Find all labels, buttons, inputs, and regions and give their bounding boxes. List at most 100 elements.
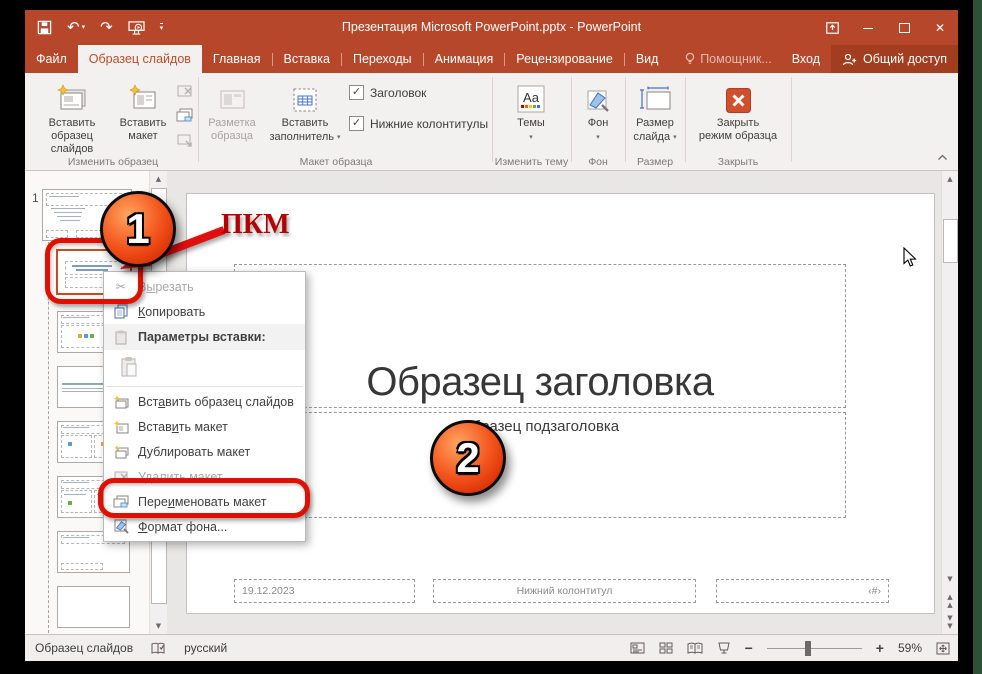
slide-size-button[interactable]: Размер слайда ▾ [628, 77, 682, 144]
spell-check-icon[interactable] [151, 642, 166, 655]
group-edit-master: Вставить образец слайдов Вставить макет [29, 73, 197, 170]
thumbnail-slide-master[interactable] [42, 189, 132, 241]
scroll-up-icon[interactable]: ▲ [150, 171, 167, 187]
menu-item-label: Формат фона... [138, 519, 228, 534]
scroll-down-icon[interactable]: ▼ [942, 571, 958, 587]
zoom-slider-thumb[interactable] [804, 640, 811, 656]
layout-hierarchy-line [48, 237, 49, 633]
slide-sorter-icon[interactable] [659, 642, 673, 654]
sign-in-button[interactable]: Вход [781, 45, 831, 73]
menu-separator [106, 386, 303, 387]
menu-item-label: Удалить макет [138, 469, 223, 484]
previous-slide-icon[interactable]: ▲ ▲ [942, 593, 958, 609]
date-placeholder[interactable]: 19.12.2023 [234, 579, 415, 603]
group-label: Закрыть [717, 156, 759, 168]
canvas-scrollbar[interactable]: ▲ ▼ ▲ ▲ ▼ ▼ [941, 171, 958, 634]
paste-option-button[interactable] [104, 350, 305, 384]
slide-number-placeholder[interactable]: ‹#› [716, 579, 889, 603]
delete-master-icon[interactable] [174, 80, 196, 101]
close-master-view-button[interactable]: Закрыть режим образца [692, 77, 784, 143]
menu-item-format-background[interactable]: Формат фона... [104, 514, 305, 539]
themes-button[interactable]: Aa Темы ▾ [503, 77, 559, 144]
fit-to-window-icon[interactable] [936, 642, 950, 655]
zoom-in-button[interactable]: + [876, 640, 884, 656]
title-placeholder[interactable]: Образец заголовка [234, 264, 846, 408]
tab-review[interactable]: Рецензирование [505, 45, 624, 73]
tab-slide-master[interactable]: Образец слайдов [77, 45, 202, 73]
ribbon: Вставить образец слайдов Вставить макет [25, 73, 958, 171]
menu-item-duplicate-layout[interactable]: Дублировать макет [104, 439, 305, 464]
thumbnail-layout-7[interactable] [57, 586, 130, 628]
master-layout-icon [217, 77, 247, 117]
group-edit-theme: Aa Темы ▾ Изменить тему [493, 73, 570, 170]
menu-item-label: Копировать [138, 304, 206, 319]
menu-item-insert-layout[interactable]: Вставить макет [104, 414, 305, 439]
tab-file[interactable]: Файл [25, 45, 78, 73]
normal-view-icon[interactable] [630, 642, 645, 654]
group-background: Фон ▾ Фон [572, 73, 624, 170]
minimize-button[interactable] [850, 10, 886, 45]
share-button[interactable]: Общий доступ [831, 45, 958, 73]
footer-placeholder[interactable]: Нижний колонтитул [433, 579, 696, 603]
reading-view-icon[interactable] [687, 642, 703, 654]
zoom-level[interactable]: 59% [898, 641, 922, 655]
zoom-out-button[interactable]: − [745, 640, 753, 656]
dropdown-caret: ▾ [336, 133, 341, 141]
person-plus-icon [842, 53, 857, 65]
desktop-edge [973, 0, 982, 674]
slideshow-view-icon[interactable] [717, 642, 731, 654]
checkbox-checked: ✓ [349, 116, 364, 131]
tab-view[interactable]: Вид [625, 45, 670, 73]
insert-slide-master-button[interactable]: Вставить образец слайдов [33, 77, 111, 156]
scroll-up-icon[interactable]: ▲ [942, 171, 958, 187]
zoom-slider[interactable] [766, 640, 862, 656]
background-button[interactable]: Фон ▾ [576, 77, 620, 144]
master-layout-button[interactable]: Разметка образца [203, 77, 261, 143]
maximize-button[interactable] [886, 10, 922, 45]
menu-item-copy[interactable]: Копировать [104, 299, 305, 324]
copy-icon [109, 304, 133, 319]
delete-layout-icon [109, 470, 133, 483]
tab-home[interactable]: Главная [202, 45, 272, 73]
menu-item-delete-layout[interactable]: Удалить макет [104, 464, 305, 489]
themes-icon: Aa [516, 77, 546, 117]
background-icon [585, 77, 611, 117]
insert-placeholder-icon [291, 77, 319, 117]
insert-layout-button[interactable]: Вставить макет [115, 77, 171, 143]
menu-item-cut[interactable]: ✂ Вырезать [104, 274, 305, 299]
group-label: Изменить тему [494, 156, 569, 168]
tell-me-assistant[interactable]: Помощник... [676, 52, 781, 66]
slide-title-text: Образец заголовка [366, 360, 714, 404]
dropdown-caret: ▾ [596, 133, 600, 141]
insert-placeholder-button[interactable]: Вставить заполнитель ▾ [265, 77, 345, 144]
tab-insert[interactable]: Вставка [273, 45, 341, 73]
tab-transitions[interactable]: Переходы [342, 45, 423, 73]
menu-item-label: Переименовать макет [138, 494, 267, 509]
scroll-down-icon[interactable]: ▼ [150, 618, 167, 634]
footers-checkbox[interactable]: ✓ Нижние колонтитулы [349, 116, 488, 131]
duplicate-layout-icon [109, 445, 133, 459]
ribbon-display-options-icon[interactable] [814, 10, 850, 45]
paste-clipboard-icon [117, 356, 141, 378]
tab-animations[interactable]: Анимация [424, 45, 505, 73]
collapse-ribbon-button[interactable] [937, 148, 948, 166]
subtitle-placeholder[interactable]: Образец подзаголовка [234, 412, 846, 518]
dropdown-caret: ▾ [529, 133, 533, 141]
preserve-master-icon[interactable] [174, 130, 196, 151]
rename-layout-icon [109, 495, 133, 509]
paste-icon [109, 330, 133, 345]
group-label: Размер [636, 156, 674, 168]
close-button[interactable]: ✕ [922, 10, 958, 45]
checkbox-checked: ✓ [349, 85, 364, 100]
menu-item-insert-slide-master[interactable]: Вставить образец слайдов [104, 389, 305, 414]
dropdown-caret: ▾ [673, 133, 677, 141]
scrollbar-thumb[interactable] [943, 219, 958, 263]
rename-master-icon[interactable] [174, 105, 196, 126]
status-language[interactable]: русский [184, 641, 227, 655]
paste-options-label: Параметры вставки: [138, 330, 266, 344]
next-slide-icon[interactable]: ▼ ▼ [942, 614, 958, 630]
group-size: Размер слайда ▾ Размер [626, 73, 684, 170]
menu-item-label: Вставить макет [138, 419, 228, 434]
menu-item-rename-layout[interactable]: Переименовать макет [104, 489, 305, 514]
title-checkbox[interactable]: ✓ Заголовок [349, 85, 426, 100]
